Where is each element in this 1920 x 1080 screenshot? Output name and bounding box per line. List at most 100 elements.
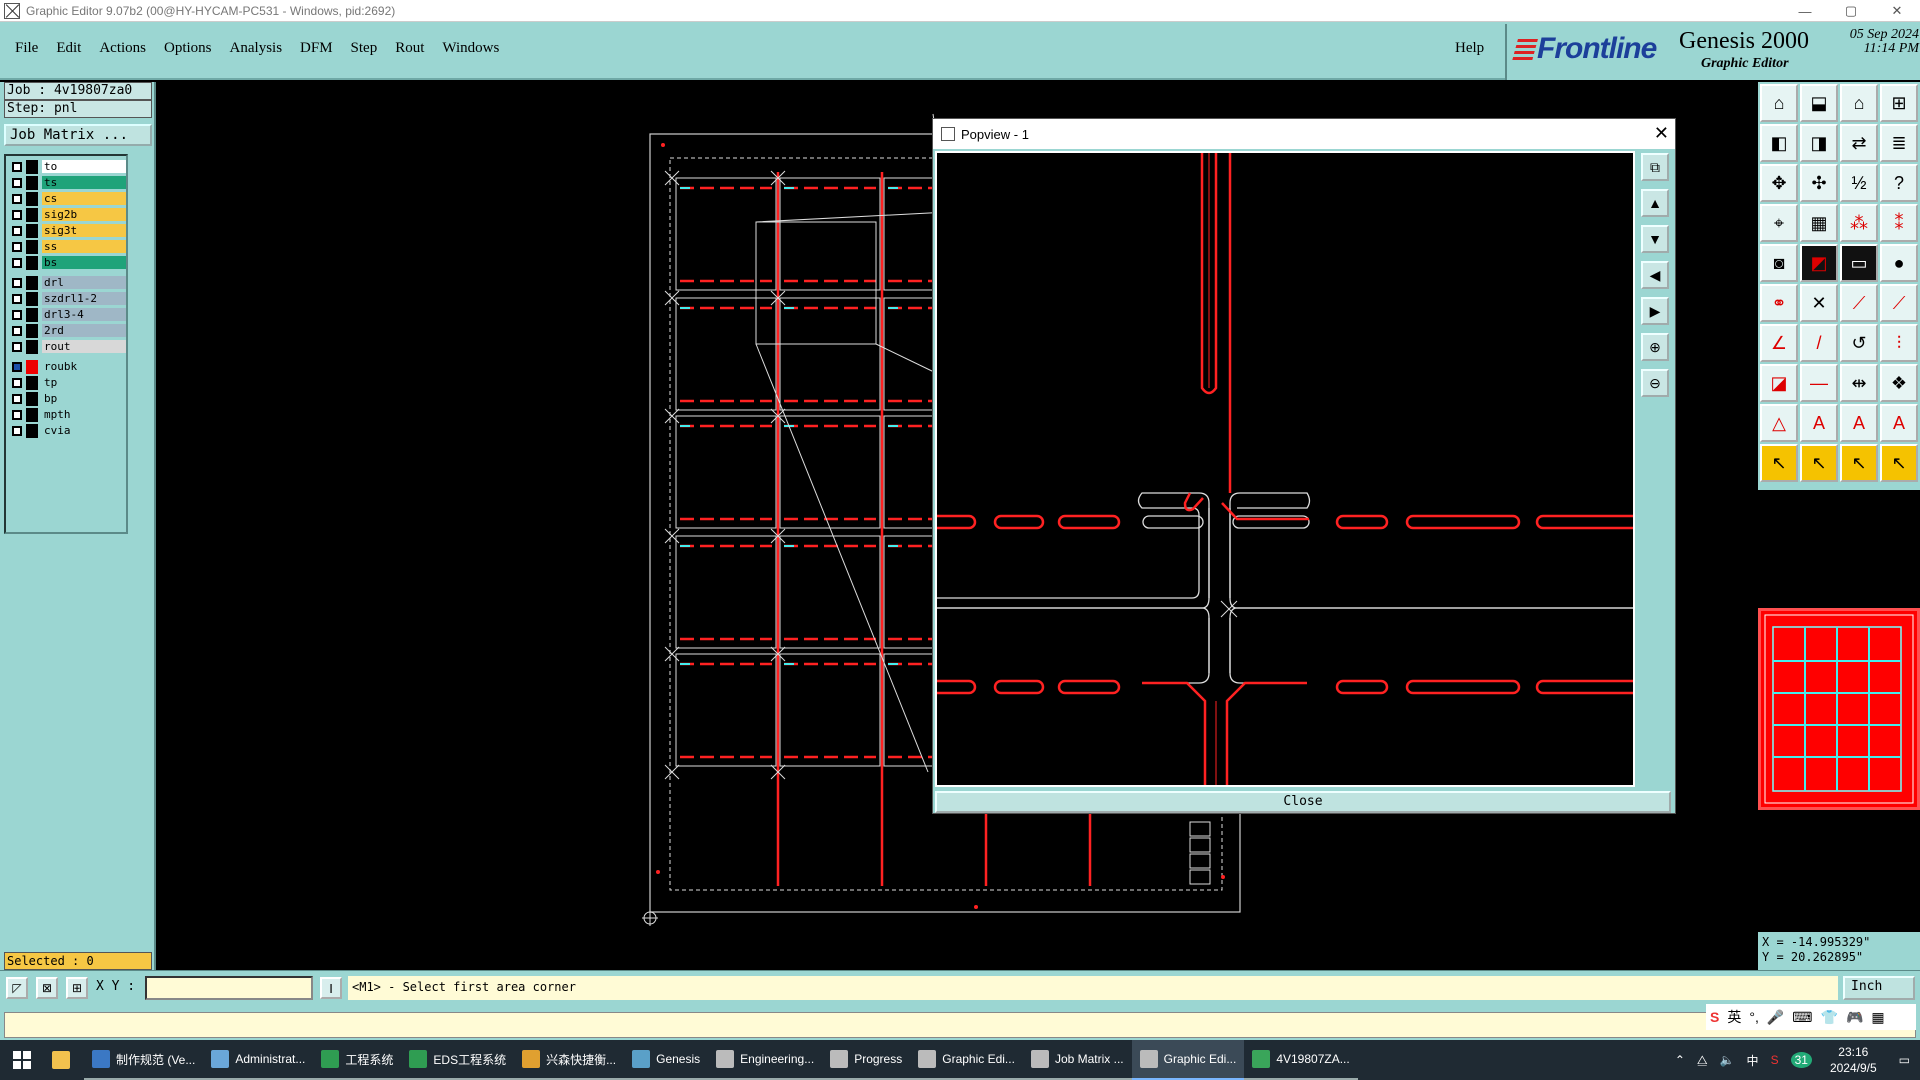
layer-checkbox[interactable] xyxy=(12,342,22,352)
layer-checkbox[interactable] xyxy=(12,226,22,236)
ime-keyboard-icon[interactable]: ⌨ xyxy=(1792,1009,1812,1026)
taskbar-item[interactable]: Engineering... xyxy=(708,1040,823,1080)
layer-color-swatch[interactable] xyxy=(26,160,38,174)
tray-lang[interactable]: 中 xyxy=(1747,1052,1759,1069)
tool-pointer-icon[interactable]: ↖ xyxy=(1760,444,1798,482)
popview-tool-right-icon[interactable]: ▶ xyxy=(1641,297,1669,325)
menu-rout[interactable]: Rout xyxy=(395,40,424,57)
layer-name[interactable]: ts xyxy=(42,176,126,189)
layer-color-swatch[interactable] xyxy=(26,192,38,206)
layer-row[interactable]: sig3t xyxy=(8,224,126,238)
layer-name[interactable]: roubk xyxy=(42,360,126,373)
cmd-select-icon[interactable]: ◸ xyxy=(6,977,28,999)
layer-row[interactable]: 2rd xyxy=(8,324,126,338)
layer-row[interactable]: drl3-4 xyxy=(8,308,126,322)
start-button[interactable] xyxy=(0,1040,44,1080)
layer-name[interactable]: sig3t xyxy=(42,224,126,237)
layer-row[interactable]: drl xyxy=(8,276,126,290)
menu-help[interactable]: Help xyxy=(1455,40,1484,57)
layer-checkbox[interactable] xyxy=(12,326,22,336)
tray-up-icon[interactable]: ⌃ xyxy=(1675,1053,1685,1067)
layer-name[interactable]: 2rd xyxy=(42,324,126,337)
layer-name[interactable]: drl3-4 xyxy=(42,308,126,321)
tool-grid-icon[interactable]: ▦ xyxy=(1800,204,1838,242)
layer-row[interactable]: to xyxy=(8,160,126,174)
layer-color-swatch[interactable] xyxy=(26,208,38,222)
tray-badge[interactable]: 31 xyxy=(1790,1052,1812,1068)
ime-skin-icon[interactable]: 👕 xyxy=(1821,1009,1838,1026)
layer-name[interactable]: bp xyxy=(42,392,126,405)
tool-text-a3-icon[interactable]: A xyxy=(1880,404,1918,442)
tool-select3-icon[interactable]: ↖ xyxy=(1880,444,1918,482)
menu-analysis[interactable]: Analysis xyxy=(230,40,283,57)
layer-checkbox[interactable] xyxy=(12,294,22,304)
tool-select2-icon[interactable]: ↖ xyxy=(1840,444,1878,482)
tool-save-icon[interactable]: ⬓ xyxy=(1800,84,1838,122)
layer-row[interactable]: cs xyxy=(8,192,126,206)
popview-tool-fit-icon[interactable]: ⧉ xyxy=(1641,153,1669,181)
tool-align-icon[interactable]: ⇹ xyxy=(1840,364,1878,402)
taskbar-item[interactable]: Graphic Edi... xyxy=(910,1040,1023,1080)
layer-checkbox[interactable] xyxy=(12,310,22,320)
layer-name[interactable]: ss xyxy=(42,240,126,253)
taskbar-item[interactable]: EDS工程系统 xyxy=(401,1040,515,1080)
layer-color-swatch[interactable] xyxy=(26,424,38,438)
clock[interactable]: 23:16 2024/9/5 xyxy=(1830,1044,1877,1076)
tool-line2-icon[interactable]: ⟋ xyxy=(1880,284,1918,322)
tool-text-a2-icon[interactable]: A xyxy=(1840,404,1878,442)
layer-name[interactable]: drl xyxy=(42,276,126,289)
layer-color-swatch[interactable] xyxy=(26,324,38,338)
layer-color-swatch[interactable] xyxy=(26,176,38,190)
taskbar-item[interactable]: 制作规范 (Ve... xyxy=(84,1040,204,1080)
layer-row[interactable]: cvia xyxy=(8,424,126,438)
tool-connect-icon[interactable]: ⚭ xyxy=(1760,284,1798,322)
layer-color-swatch[interactable] xyxy=(26,376,38,390)
layer-checkbox[interactable] xyxy=(12,426,22,436)
menu-step[interactable]: Step xyxy=(351,40,378,57)
tool-triangle-icon[interactable]: △ xyxy=(1760,404,1798,442)
xy-input[interactable] xyxy=(145,976,313,1000)
popview-tool-up-icon[interactable]: ▲ xyxy=(1641,189,1669,217)
popview-titlebar[interactable]: Popview - 1 ✕ xyxy=(933,119,1675,149)
taskbar-item[interactable]: 兴森快捷衡... xyxy=(514,1040,625,1080)
menu-actions[interactable]: Actions xyxy=(99,40,146,57)
menu-dfm[interactable]: DFM xyxy=(300,40,333,57)
tray-sogou-icon[interactable]: S xyxy=(1771,1053,1779,1067)
tool-pan-right-icon[interactable]: ◨ xyxy=(1800,124,1838,162)
popview-tool-zoom-in-icon[interactable]: ⊕ xyxy=(1641,333,1669,361)
job-matrix-button[interactable]: Job Matrix ... xyxy=(4,124,152,146)
units-selector[interactable]: Inch xyxy=(1843,976,1915,1000)
panel-thumbnail[interactable] xyxy=(1758,608,1920,810)
tool-snapshot-icon[interactable]: ◙ xyxy=(1760,244,1798,282)
layer-color-swatch[interactable] xyxy=(26,276,38,290)
popview-window[interactable]: Popview - 1 ✕ ⧉ ▲ ▼ ◀ ▶ ⊕ ⊖ Close xyxy=(925,118,1676,814)
layer-name[interactable]: tp xyxy=(42,376,126,389)
layer-row[interactable]: ss xyxy=(8,240,126,254)
tool-help-icon[interactable]: ? xyxy=(1880,164,1918,202)
layer-name[interactable]: mpth xyxy=(42,408,126,421)
popview-close-button[interactable]: Close xyxy=(935,791,1671,813)
tool-cross-icon[interactable]: ✕ xyxy=(1800,284,1838,322)
tool-arc-icon[interactable]: ↺ xyxy=(1840,324,1878,362)
layer-checkbox[interactable] xyxy=(12,242,22,252)
layer-row[interactable]: bp xyxy=(8,392,126,406)
tool-drill2-icon[interactable]: ⁑ xyxy=(1880,204,1918,242)
tool-stack-icon[interactable]: ⫶ xyxy=(1880,324,1918,362)
notification-icon[interactable]: ▭ xyxy=(1899,1053,1910,1067)
layer-color-swatch[interactable] xyxy=(26,392,38,406)
ime-game-icon[interactable]: 🎮 xyxy=(1846,1009,1863,1026)
tool-ruler-icon[interactable]: ▭ xyxy=(1840,244,1878,282)
tool-select-icon[interactable]: ↖ xyxy=(1800,444,1838,482)
taskbar-item[interactable]: Administrat... xyxy=(203,1040,314,1080)
tool-pad-icon[interactable]: ● xyxy=(1880,244,1918,282)
popview-tool-down-icon[interactable]: ▼ xyxy=(1641,225,1669,253)
tool-scale-icon[interactable]: ½ xyxy=(1840,164,1878,202)
taskbar-item[interactable]: 4V19807ZA... xyxy=(1244,1040,1358,1080)
layer-name[interactable]: to xyxy=(42,160,126,173)
tool-hline-icon[interactable]: — xyxy=(1800,364,1838,402)
popview-tool-left-icon[interactable]: ◀ xyxy=(1641,261,1669,289)
tool-line-icon[interactable]: ⟋ xyxy=(1840,284,1878,322)
tool-angle-icon[interactable]: ∠ xyxy=(1760,324,1798,362)
ime-lang[interactable]: 英 xyxy=(1727,1007,1741,1027)
file-explorer-task[interactable] xyxy=(44,1040,84,1080)
